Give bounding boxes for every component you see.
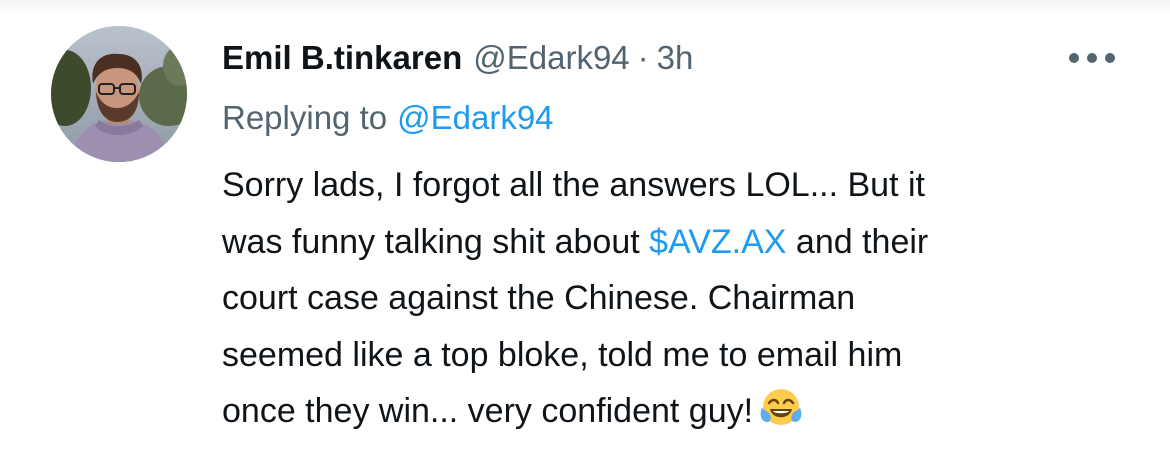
tweet-text-segment: was funny talking shit about: [222, 222, 650, 261]
author-display-name[interactable]: Emil B.tinkaren: [222, 39, 462, 77]
avatar[interactable]: [51, 26, 187, 162]
tweet-timestamp[interactable]: 3h: [657, 39, 694, 77]
header-separator: ·: [637, 39, 649, 76]
tweet-line: seemed like a top bloke, told me to emai…: [222, 335, 903, 374]
tweet-line: once they win... very confident guy!: [222, 383, 1122, 440]
tweet-line: was funny talking shit about $AVZ.AX and…: [222, 214, 1122, 271]
user-photo-avatar: [51, 26, 187, 162]
reply-mention-link[interactable]: @Edark94: [397, 99, 553, 137]
tweet-line: court case against the Chinese. Chairman: [222, 279, 856, 317]
tweet-header: Emil B.tinkaren @Edark94 · 3h: [222, 34, 693, 82]
more-options-button[interactable]: [1064, 42, 1120, 74]
replying-to-line: Replying to @Edark94: [222, 96, 554, 140]
tweet-text-segment: once they win... very confident guy!: [222, 392, 754, 430]
tweet-text-segment: and their: [786, 222, 929, 261]
cashtag-link[interactable]: $AVZ.AX: [649, 223, 786, 261]
more-horizontal-icon: [1069, 53, 1115, 63]
tweet-line: Sorry lads, I forgot all the answers LOL…: [222, 166, 925, 204]
previous-tweet-edge: [0, 0, 1170, 14]
tweet-body: Sorry lads, I forgot all the answers LOL…: [222, 157, 1122, 440]
replying-to-label: Replying to: [222, 99, 388, 136]
author-handle[interactable]: @Edark94: [473, 39, 629, 77]
tears-of-joy-emoji-icon: [759, 386, 803, 448]
